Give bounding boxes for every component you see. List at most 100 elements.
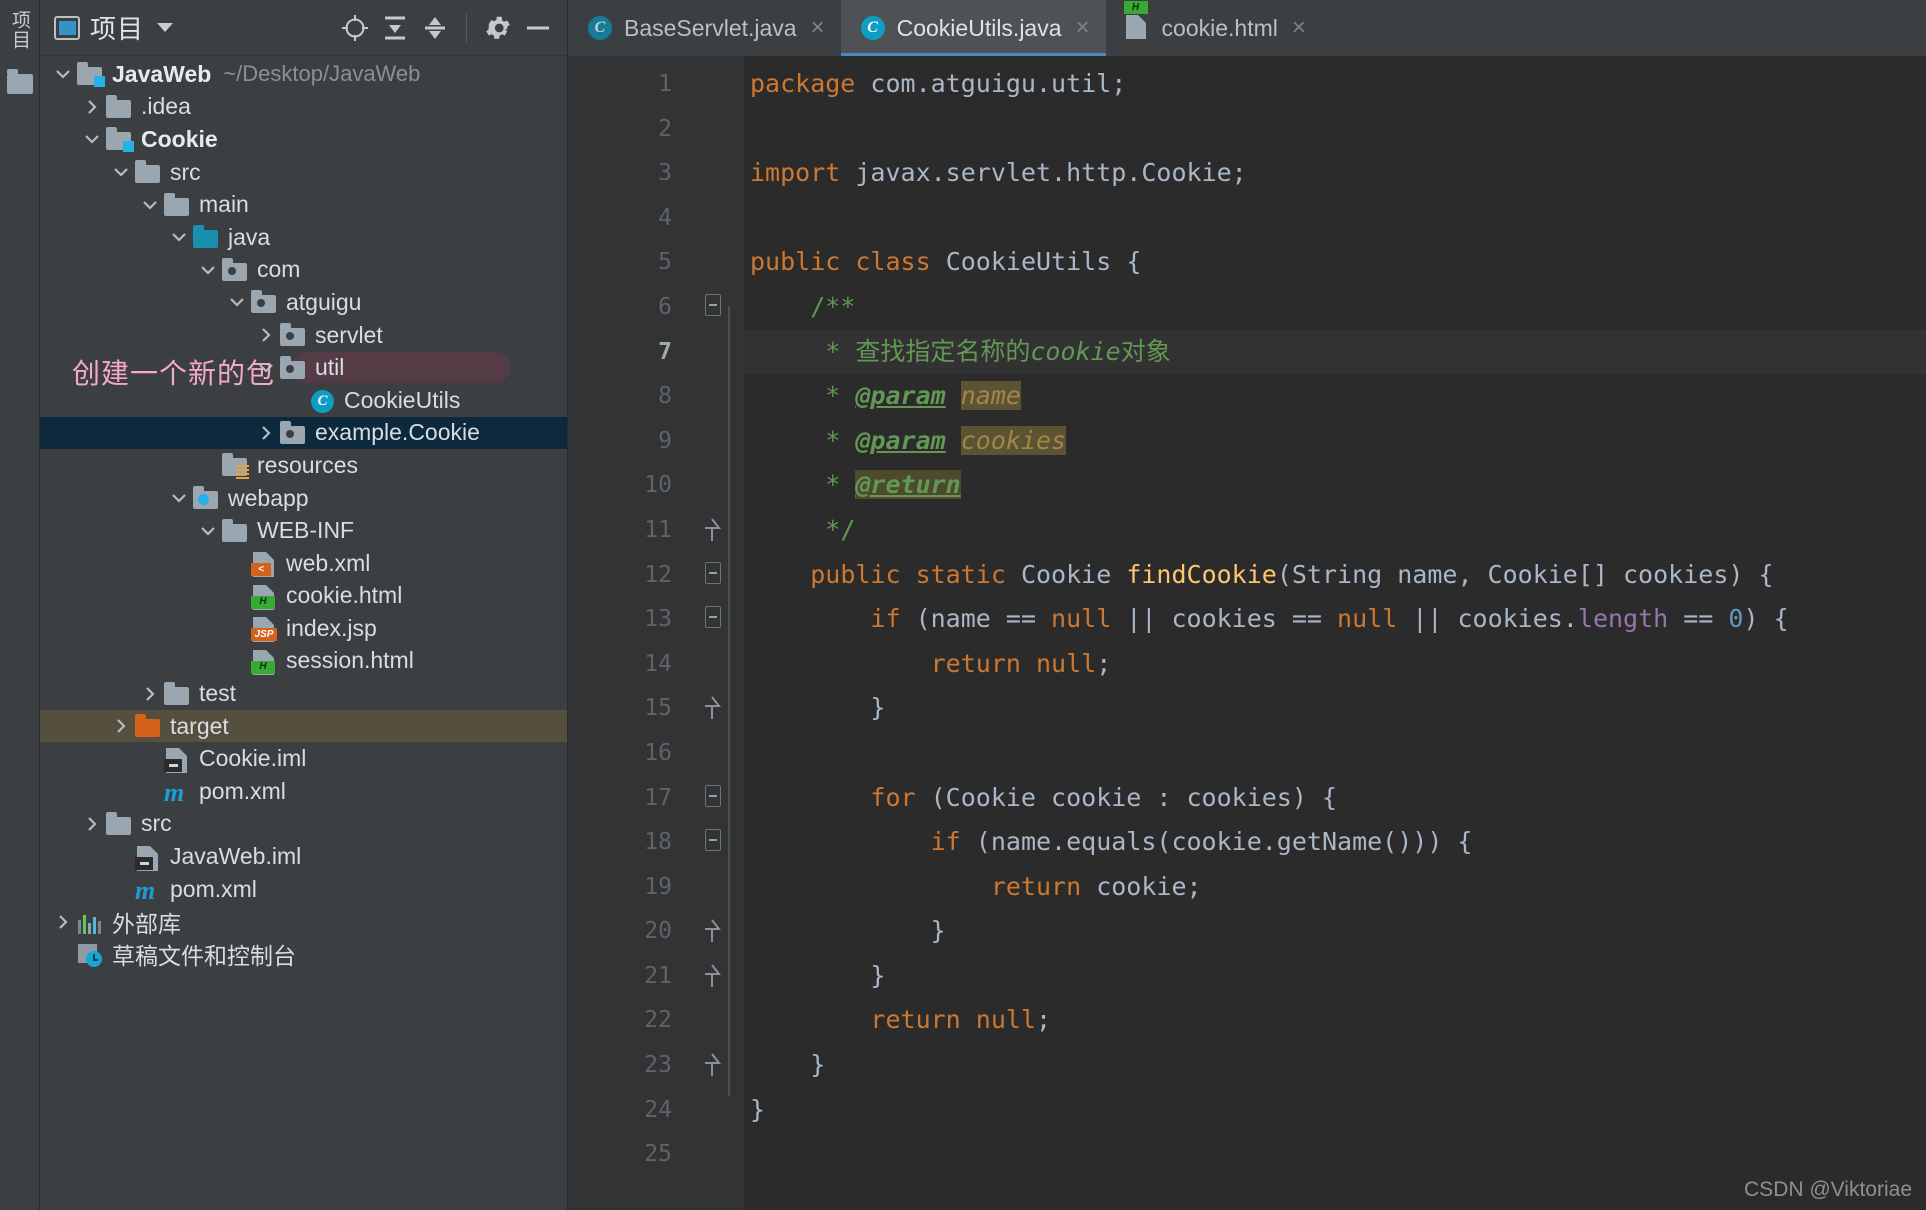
code-line[interactable]: */ bbox=[744, 508, 1926, 553]
locate-icon[interactable] bbox=[338, 11, 372, 45]
project-tree[interactable]: JavaWeb ~/Desktop/JavaWeb .idea Cookie src ma… bbox=[40, 56, 567, 1210]
tree-item-src[interactable]: src bbox=[40, 156, 567, 189]
editor-tab-baseservlet-java[interactable]: C BaseServlet.java × bbox=[568, 0, 841, 56]
code-line[interactable]: public class CookieUtils { bbox=[744, 240, 1926, 285]
editor-tab-cookie-html[interactable]: Hcookie.html × bbox=[1106, 0, 1322, 56]
tree-item-index-jsp[interactable]: JSP index.jsp bbox=[40, 612, 567, 645]
chevron-down-icon[interactable] bbox=[166, 227, 192, 247]
code-line[interactable]: return null; bbox=[744, 642, 1926, 687]
tree-item-servlet[interactable]: servlet bbox=[40, 319, 567, 352]
tree-item-resources[interactable]: resources bbox=[40, 449, 567, 482]
chevron-right-icon[interactable] bbox=[79, 814, 105, 834]
tree-item-main[interactable]: main bbox=[40, 188, 567, 221]
code-line[interactable] bbox=[744, 731, 1926, 776]
code-folding-gutter[interactable] bbox=[688, 56, 744, 1210]
tree-item-cookieutils[interactable]: C CookieUtils bbox=[40, 384, 567, 417]
expand-all-icon[interactable] bbox=[378, 11, 412, 45]
fold-collapse-icon[interactable] bbox=[705, 829, 721, 852]
code-line[interactable]: } bbox=[744, 1043, 1926, 1088]
tree-item-web-inf[interactable]: WEB-INF bbox=[40, 514, 567, 547]
code-line[interactable]: } bbox=[744, 1088, 1926, 1133]
fold-collapse-icon[interactable] bbox=[705, 606, 721, 629]
code-line[interactable]: } bbox=[744, 909, 1926, 954]
chevron-right-icon[interactable] bbox=[79, 97, 105, 117]
code-line[interactable]: * @param name bbox=[744, 374, 1926, 419]
code-line[interactable]: /** bbox=[744, 285, 1926, 330]
code-line[interactable] bbox=[744, 196, 1926, 241]
chevron-right-icon[interactable] bbox=[50, 912, 76, 932]
settings-gear-icon[interactable] bbox=[481, 11, 515, 45]
tree-item-label: webapp bbox=[228, 484, 309, 511]
tree-item-[interactable]: 外部库 bbox=[40, 905, 567, 938]
chevron-right-icon[interactable] bbox=[253, 325, 279, 345]
chevron-down-icon[interactable] bbox=[253, 358, 279, 378]
folder-icon bbox=[105, 811, 133, 837]
close-icon[interactable]: × bbox=[811, 14, 825, 42]
chevron-right-icon[interactable] bbox=[108, 716, 134, 736]
tree-item-session-html[interactable]: Hsession.html bbox=[40, 645, 567, 678]
tree-item-[interactable]: 草稿文件和控制台 bbox=[40, 938, 567, 971]
chevron-down-icon[interactable] bbox=[195, 521, 221, 541]
close-icon[interactable]: × bbox=[1292, 14, 1306, 42]
tree-item-javaweb[interactable]: JavaWeb ~/Desktop/JavaWeb bbox=[40, 58, 567, 91]
code-line[interactable]: return cookie; bbox=[744, 865, 1926, 910]
tree-item-cookie-iml[interactable]: Cookie.iml bbox=[40, 742, 567, 775]
code-line[interactable]: * 查找指定名称的cookie对象 bbox=[744, 329, 1926, 375]
tree-item-util[interactable]: util bbox=[40, 351, 567, 384]
tree-item-pom-xml[interactable]: m pom.xml bbox=[40, 873, 567, 906]
code-line[interactable]: for (Cookie cookie : cookies) { bbox=[744, 776, 1926, 821]
chevron-down-icon[interactable] bbox=[50, 64, 76, 84]
tree-item-com[interactable]: com bbox=[40, 254, 567, 287]
close-icon[interactable]: × bbox=[1076, 14, 1090, 42]
tree-item-webapp[interactable]: webapp bbox=[40, 482, 567, 515]
code-line[interactable]: if (name == null || cookies == null || c… bbox=[744, 597, 1926, 642]
folder-icon[interactable] bbox=[6, 69, 33, 94]
fold-collapse-icon[interactable] bbox=[705, 561, 721, 584]
chevron-right-icon[interactable] bbox=[253, 423, 279, 443]
chevron-down-icon[interactable] bbox=[137, 195, 163, 215]
fold-gutter-line bbox=[688, 909, 744, 954]
tool-window-button-project[interactable]: 项目 bbox=[8, 6, 31, 54]
line-number: 4 bbox=[658, 204, 672, 231]
code-line[interactable]: } bbox=[744, 686, 1926, 731]
chevron-down-icon[interactable] bbox=[195, 260, 221, 280]
code-content[interactable]: package com.atguigu.util; import javax.se… bbox=[744, 56, 1926, 1210]
code-line[interactable] bbox=[744, 1132, 1926, 1177]
tree-item-example-cookie[interactable]: example.Cookie bbox=[40, 416, 567, 450]
minimize-icon[interactable] bbox=[521, 11, 555, 45]
tree-item-cookie[interactable]: Cookie bbox=[40, 123, 567, 156]
fold-gutter-line bbox=[688, 508, 744, 553]
code-line[interactable] bbox=[744, 107, 1926, 152]
code-line[interactable]: return null; bbox=[744, 998, 1926, 1043]
editor-tab-bar[interactable]: C BaseServlet.java × C CookieUtils.java × Hcoo… bbox=[568, 0, 1926, 56]
code-line[interactable]: import javax.servlet.http.Cookie; bbox=[744, 151, 1926, 196]
chevron-right-icon[interactable] bbox=[137, 684, 163, 704]
code-line[interactable]: package com.atguigu.util; bbox=[744, 62, 1926, 107]
editor-tab-cookieutils-java[interactable]: C CookieUtils.java × bbox=[840, 0, 1106, 56]
code-line[interactable]: * @return bbox=[744, 463, 1926, 508]
tree-item-java[interactable]: java bbox=[40, 221, 567, 254]
fold-collapse-icon[interactable] bbox=[705, 293, 721, 316]
code-line[interactable]: * @param cookies bbox=[744, 419, 1926, 464]
chevron-down-icon[interactable] bbox=[157, 23, 174, 32]
code-line[interactable]: public static Cookie findCookie(String n… bbox=[744, 553, 1926, 598]
tree-item-idea[interactable]: .idea bbox=[40, 91, 567, 124]
collapse-all-icon[interactable] bbox=[418, 11, 452, 45]
tree-item-cookie-html[interactable]: Hcookie.html bbox=[40, 580, 567, 613]
tree-item-target[interactable]: target bbox=[40, 709, 567, 743]
tree-item-pom-xml[interactable]: m pom.xml bbox=[40, 775, 567, 808]
chevron-down-icon[interactable] bbox=[224, 292, 250, 312]
tree-item-web-xml[interactable]: < web.xml bbox=[40, 547, 567, 580]
chevron-down-icon[interactable] bbox=[79, 129, 105, 149]
chevron-down-icon[interactable] bbox=[166, 488, 192, 508]
tree-item-test[interactable]: test bbox=[40, 677, 567, 710]
code-line[interactable]: } bbox=[744, 954, 1926, 999]
code-line[interactable]: if (name.equals(cookie.getName())) { bbox=[744, 820, 1926, 865]
tree-item-src[interactable]: src bbox=[40, 808, 567, 841]
tree-item-javaweb-iml[interactable]: JavaWeb.iml bbox=[40, 840, 567, 873]
tree-item-atguigu[interactable]: atguigu bbox=[40, 286, 567, 319]
fold-gutter-line bbox=[688, 820, 744, 865]
intention-bulb-icon[interactable] bbox=[702, 336, 726, 366]
chevron-down-icon[interactable] bbox=[108, 162, 134, 182]
fold-collapse-icon[interactable] bbox=[705, 784, 721, 807]
